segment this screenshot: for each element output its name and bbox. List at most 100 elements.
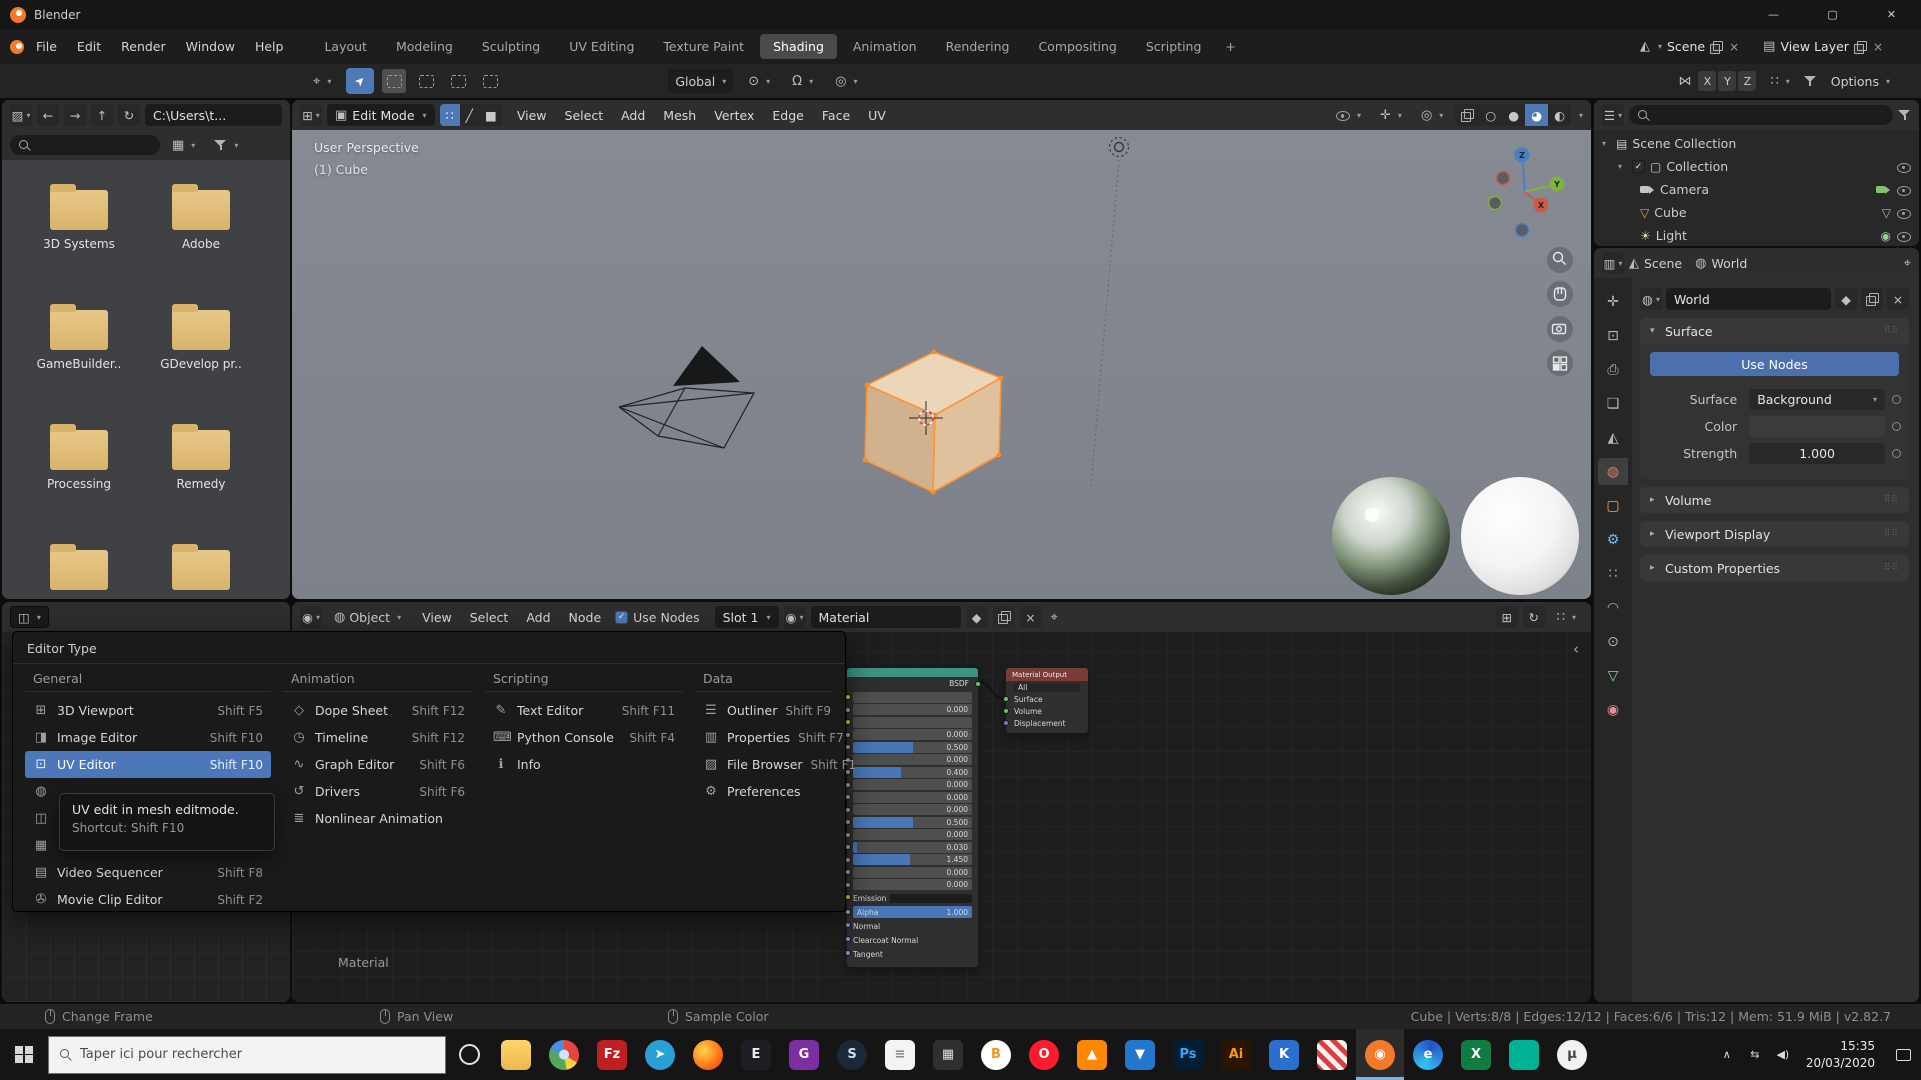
outliner-row-scene-collection[interactable]: ▾ ▤ Scene Collection <box>1594 132 1919 155</box>
workspace-tab[interactable]: Animation <box>840 34 930 59</box>
snap-toggle[interactable]: Ω▾ <box>785 69 820 93</box>
animate-dot-icon[interactable] <box>1892 449 1901 458</box>
options-dropdown[interactable]: Options▾ <box>1824 69 1897 93</box>
bsdf-input-row[interactable]: 0.000 <box>853 704 972 715</box>
workspace-tab[interactable]: Rendering <box>933 34 1023 59</box>
properties-tab-object[interactable]: ▢ <box>1598 492 1628 519</box>
minimize-button[interactable]: — <box>1744 0 1803 29</box>
properties-tab-output[interactable]: ⎙ <box>1598 356 1628 383</box>
bitcoin-wallet-icon[interactable]: B <box>972 1029 1020 1080</box>
panel-grip-icon[interactable]: ⠿⠿ <box>1884 495 1899 505</box>
illustrator-icon[interactable]: Ai <box>1212 1029 1260 1080</box>
editor-type-button[interactable]: ☰▾ <box>1602 104 1624 126</box>
normal-row[interactable]: Normal <box>853 920 972 933</box>
tray-expand-icon[interactable]: ∧ <box>1714 1048 1740 1061</box>
menu-item[interactable]: Window <box>176 35 245 58</box>
notification-center-button[interactable] <box>1885 1029 1921 1080</box>
bsdf-input-row[interactable] <box>853 717 972 728</box>
cortana-button[interactable] <box>446 1044 492 1065</box>
workspace-tab[interactable]: Texture Paint <box>650 34 757 59</box>
output-node-input[interactable]: Volume <box>1006 705 1088 717</box>
folder-item-partial[interactable] <box>18 550 140 599</box>
menu-item[interactable]: Render <box>111 35 176 58</box>
shader-type-dropdown[interactable]: ◍Object▾ <box>327 605 408 629</box>
breadcrumb-scene[interactable]: Scene <box>1644 256 1682 271</box>
refresh-button[interactable]: ↻ <box>118 104 140 126</box>
panel-grip-icon[interactable]: ⠿⠿ <box>1884 563 1899 573</box>
mirror-axis-button[interactable]: Z <box>1738 71 1756 91</box>
calculator-icon[interactable]: ▦ <box>924 1029 972 1080</box>
back-button[interactable]: ← <box>37 104 59 126</box>
node-socket[interactable] <box>1003 696 1009 702</box>
speaker-icon[interactable]: ◀) <box>1770 1048 1796 1061</box>
viewport-menu-item[interactable]: Edge <box>763 105 812 126</box>
properties-tab-constraints[interactable]: ⊙ <box>1598 628 1628 655</box>
shader-menu-item[interactable]: Node <box>560 607 611 628</box>
light-gizmo[interactable] <box>1091 138 1129 487</box>
outliner-search-input[interactable] <box>1629 105 1893 125</box>
editor-type-option[interactable]: ≣Nonlinear Animation <box>283 805 473 832</box>
pin-icon[interactable]: ⌖ <box>1904 257 1911 270</box>
editor-type-option[interactable]: ◷TimelineShift F12 <box>283 724 473 751</box>
proportional-edit-dropdown[interactable]: ◎▾ <box>828 69 864 93</box>
editor-type-button[interactable]: ▥▾ <box>1602 252 1624 274</box>
editor-type-option[interactable]: ◇Dope SheetShift F12 <box>283 697 473 724</box>
opera-icon[interactable]: O <box>1020 1029 1068 1080</box>
editor-type-option[interactable]: ▨File BrowserShift F1 <box>695 751 833 778</box>
disclosure-icon[interactable]: ▾ <box>1602 139 1611 148</box>
maximize-button[interactable]: ▢ <box>1803 0 1862 29</box>
editor-type-button[interactable]: ▨▾ <box>10 104 32 126</box>
overlays-dropdown[interactable]: ◎▾ <box>1414 103 1450 127</box>
eye-icon[interactable] <box>1896 207 1911 219</box>
close-button[interactable]: ✕ <box>1862 0 1921 29</box>
editor-type-button[interactable]: ⊞▾ <box>300 104 322 126</box>
eye-icon[interactable] <box>1896 230 1911 242</box>
vertex-select-button[interactable]: ∷ <box>440 104 460 126</box>
shader-menu-item[interactable]: Add <box>517 607 559 628</box>
properties-tab-world[interactable]: ◍ <box>1598 458 1628 485</box>
bsdf-input-row[interactable]: 0.500 <box>853 817 972 828</box>
copy-button[interactable] <box>1861 288 1883 310</box>
editor-type-button[interactable]: ◉▾ <box>300 606 322 628</box>
blender-menu-icon[interactable] <box>10 40 24 54</box>
select-mode-extend-button[interactable] <box>414 69 438 93</box>
start-button[interactable] <box>0 1029 48 1080</box>
tool-dropdown[interactable]: ⌖▾ <box>306 69 338 93</box>
properties-tab-material[interactable]: ◉ <box>1598 696 1628 723</box>
search-input[interactable] <box>10 135 160 155</box>
steam-icon[interactable]: S <box>828 1029 876 1080</box>
shading-options-dropdown[interactable]: ▾ <box>1579 111 1583 120</box>
bsdf-input-row[interactable]: 0.030 <box>853 842 972 853</box>
output-node-input[interactable]: Displacement <box>1006 717 1088 729</box>
bsdf-input-row[interactable]: 0.000 <box>853 867 972 878</box>
viewport-menu-item[interactable]: Select <box>556 105 613 126</box>
world-color-swatch[interactable] <box>1749 416 1885 437</box>
close-icon[interactable]: × <box>1871 39 1885 55</box>
folder-item[interactable]: GDevelop pr.. <box>140 310 262 430</box>
refresh-icon[interactable]: ↻ <box>1523 606 1545 628</box>
fake-user-button[interactable]: ◆ <box>1835 288 1857 310</box>
animate-dot-icon[interactable] <box>1892 422 1901 431</box>
use-nodes-checkbox[interactable]: ✓ <box>615 611 628 624</box>
bsdf-input-row[interactable]: 0.400 <box>853 767 972 778</box>
emission-row[interactable]: Emission <box>853 892 972 905</box>
network-icon[interactable]: ⇆ <box>1742 1048 1768 1061</box>
bsdf-input-row[interactable] <box>853 692 972 703</box>
emission-swatch[interactable] <box>890 894 972 903</box>
editor-type-option[interactable]: ▤Video SequencerShift F8 <box>25 859 271 886</box>
epic-games-icon[interactable]: E <box>732 1029 780 1080</box>
workspace-tab[interactable]: Sculpting <box>469 34 553 59</box>
telegram-icon[interactable]: ➤ <box>636 1029 684 1080</box>
view-layer-selector[interactable]: ▤ View Layer × <box>1763 39 1885 55</box>
editor-type-option[interactable]: ⚙Preferences <box>695 778 833 805</box>
editor-type-button-open[interactable]: ◫▾ <box>10 606 49 628</box>
vlc-icon[interactable]: ▲ <box>1068 1029 1116 1080</box>
folder-item[interactable]: GameBuilder.. <box>18 310 140 430</box>
rendered-shading-button[interactable]: ◐ <box>1548 104 1571 126</box>
transform-orientation-dropdown[interactable]: Global▾ <box>668 69 733 93</box>
viewport-canvas[interactable]: User Perspective (1) Cube <box>292 130 1591 599</box>
bsdf-input-row[interactable]: 0.000 <box>853 779 972 790</box>
firefox-icon[interactable] <box>684 1029 732 1080</box>
taskbar-clock[interactable]: 15:35 20/03/2020 <box>1806 1038 1875 1072</box>
panel-header[interactable]: ▸ Custom Properties ⠿⠿ <box>1640 555 1909 581</box>
